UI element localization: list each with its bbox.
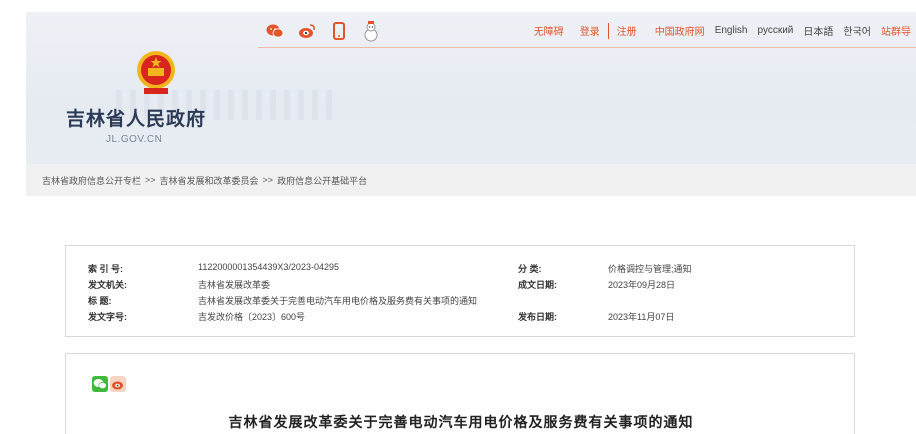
station-group-link[interactable]: 站群导 bbox=[876, 23, 916, 38]
doc-number-label: 发文字号: bbox=[88, 312, 127, 322]
gov-cn-link[interactable]: 中国政府网 bbox=[650, 23, 710, 38]
russian-link[interactable]: русский bbox=[753, 25, 799, 36]
title-label: 标 题: bbox=[88, 296, 112, 306]
weibo-icon[interactable] bbox=[298, 22, 316, 40]
login-link[interactable]: 登录 bbox=[575, 23, 605, 38]
written-date-value: 2023年09月28日 bbox=[608, 280, 676, 290]
wechat-icon[interactable] bbox=[266, 22, 284, 40]
breadcrumb-item-info-column[interactable]: 吉林省政府信息公开专栏 bbox=[42, 174, 141, 187]
index-value: 11220000013544​39X3/2023-04295 bbox=[198, 262, 339, 272]
mobile-icon[interactable] bbox=[330, 21, 348, 40]
top-links: 无障碍 登录 注册 中国政府网 English русский 日本語 한국어 … bbox=[529, 22, 916, 39]
published-date-label: 发布日期: bbox=[518, 312, 557, 322]
breadcrumb: 吉林省政府信息公开专栏 >> 吉林省发展和改革委员会 >> 政府信息公开基础平台 bbox=[26, 164, 916, 196]
weibo-share-icon[interactable] bbox=[110, 376, 126, 392]
national-emblem-icon[interactable] bbox=[134, 48, 178, 96]
title-value: 吉林省发展改革委关于完善电动汽车用电价格及服务费有关事项的通知 bbox=[198, 296, 478, 306]
category-label: 分 类: bbox=[518, 264, 542, 274]
share-icons bbox=[92, 376, 126, 392]
meta-row-issuer: 发文机关: 吉林省发展改革委 成文日期: 2023年09月28日 bbox=[88, 278, 848, 292]
meta-row-title: 标 题: 吉林省发展改革委关于完善电动汽车用电价格及服务费有关事项的通知 bbox=[88, 294, 848, 308]
issuer-value: 吉林省发展改革委 bbox=[198, 280, 271, 290]
snowman-icon[interactable] bbox=[362, 20, 380, 41]
accessibility-link[interactable]: 无障碍 bbox=[529, 23, 569, 38]
wechat-share-icon[interactable] bbox=[92, 376, 108, 392]
link-divider bbox=[607, 22, 609, 39]
written-date-label: 成文日期: bbox=[518, 280, 557, 290]
breadcrumb-item-reform-commission[interactable]: 吉林省发展和改革委员会 bbox=[160, 174, 259, 187]
japanese-link[interactable]: 日本語 bbox=[798, 23, 838, 38]
top-bar: 无障碍 登录 注册 中国政府网 English русский 日本語 한국어 … bbox=[258, 14, 916, 48]
breadcrumb-separator: >> bbox=[262, 175, 274, 185]
index-label: 索 引 号: bbox=[88, 264, 123, 274]
published-date-value: 2023年11月07日 bbox=[608, 312, 675, 322]
breadcrumb-separator: >> bbox=[145, 175, 156, 185]
document-title: 吉林省发展改革委关于完善电动汽车用电价格及服务费有关事项的通知 bbox=[228, 415, 694, 431]
meta-row-index: 索 引 号: 11220000013544​39X3/2023-04295 分 … bbox=[88, 262, 848, 276]
document-content: 吉林省发展改革委关于完善电动汽车用电价格及服务费有关事项的通知 bbox=[65, 353, 855, 434]
site-domain: JL.GOV.CN bbox=[106, 134, 163, 145]
english-link[interactable]: English bbox=[710, 25, 753, 36]
korean-link[interactable]: 한국어 bbox=[838, 23, 876, 38]
meta-row-docno: 发文字号: 吉发改价格〔2023〕600号 发布日期: 2023年11月07日 bbox=[88, 310, 848, 324]
breadcrumb-item-platform[interactable]: 政府信息公开基础平台 bbox=[277, 174, 367, 187]
document-meta-box: 索 引 号: 11220000013544​39X3/2023-04295 分 … bbox=[65, 245, 855, 337]
register-link[interactable]: 注册 bbox=[612, 23, 642, 38]
social-icons bbox=[266, 20, 380, 41]
issuer-label: 发文机关: bbox=[88, 280, 127, 290]
category-value: 价格调控与管理;通知 bbox=[608, 264, 692, 274]
doc-number-value: 吉发改价格〔2023〕600号 bbox=[198, 312, 306, 322]
site-name[interactable]: 吉林省人民政府 bbox=[66, 104, 236, 131]
